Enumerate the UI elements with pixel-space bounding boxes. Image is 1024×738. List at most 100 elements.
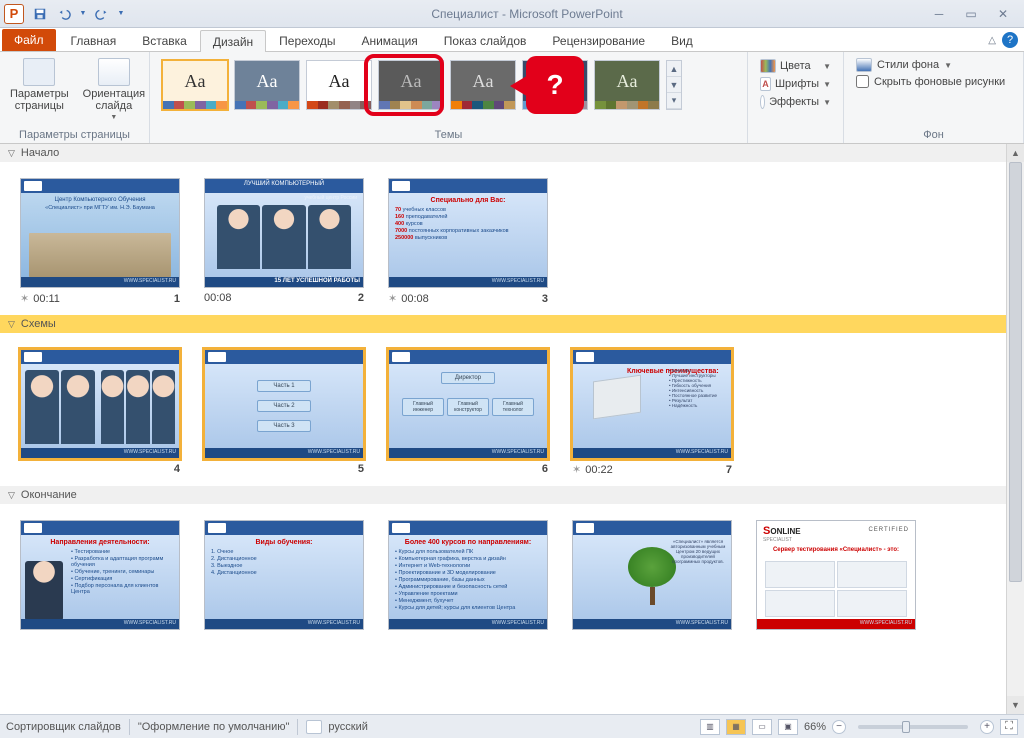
qat-customize-icon[interactable]: ▼: [116, 4, 126, 24]
bg-styles-button[interactable]: Стили фона▼: [856, 58, 1011, 72]
zoom-out-button[interactable]: −: [832, 720, 846, 734]
zoom-slider[interactable]: [858, 725, 968, 729]
slide-2[interactable]: ЛУЧШИЙ КОМПЬЮТЕРНЫЙ учебный центр России…: [204, 178, 364, 305]
section-header[interactable]: ▽Схемы: [0, 315, 1006, 333]
tab-home[interactable]: Главная: [58, 29, 130, 51]
ribbon-tabs: Файл Главная Вставка Дизайн Переходы Ани…: [0, 28, 1024, 52]
view-mode-label: Сортировщик слайдов: [6, 721, 121, 733]
fonts-icon: A: [760, 77, 771, 91]
tab-review[interactable]: Рецензирование: [539, 29, 658, 51]
sorter-view-button[interactable]: ▦: [726, 719, 746, 735]
slide-4[interactable]: WWW.SPECIALIST.RU 4: [20, 349, 180, 476]
theme-label: "Оформление по умолчанию": [138, 721, 290, 733]
zoom-in-button[interactable]: +: [980, 720, 994, 734]
slide-1[interactable]: Центр Компьютерного Обучения «Специалист…: [20, 178, 180, 305]
page-setup-button[interactable]: Параметры страницы: [6, 56, 73, 123]
window-title: Специалист - Microsoft PowerPoint: [126, 7, 928, 21]
section-end: ▽Окончание Направления деятельности: • Т…: [0, 486, 1006, 640]
status-bar: Сортировщик слайдов "Оформление по умолч…: [0, 714, 1024, 738]
slide-sorter: ▽Начало Центр Компьютерного Обучения «Сп…: [0, 144, 1006, 714]
zoom-label: 66%: [804, 721, 826, 733]
maximize-button[interactable]: ▭: [960, 5, 982, 23]
language-label[interactable]: русский: [328, 721, 367, 733]
page-setup-icon: [23, 58, 55, 86]
reading-view-button[interactable]: ▭: [752, 719, 772, 735]
theme-thumb-4[interactable]: Aa: [378, 60, 444, 110]
orientation-icon: [98, 58, 130, 86]
file-tab[interactable]: Файл: [2, 29, 56, 51]
slide-9[interactable]: Виды обучения: 1. Очное2. Дистанционное3…: [204, 520, 364, 630]
normal-view-button[interactable]: ▥: [700, 719, 720, 735]
section-header[interactable]: ▽Окончание: [0, 486, 1006, 504]
spellcheck-icon[interactable]: [306, 720, 322, 734]
slide-10[interactable]: Более 400 курсов по направлениям: • Курс…: [388, 520, 548, 630]
fonts-button[interactable]: AШрифты▼: [758, 76, 833, 92]
effects-icon: [760, 95, 765, 109]
tab-design[interactable]: Дизайн: [200, 30, 266, 52]
scroll-thumb[interactable]: [1009, 162, 1022, 582]
animation-star-icon[interactable]: ✶: [388, 292, 397, 305]
slide-7[interactable]: Ключевые преимущества: • Качество• Лучши…: [572, 349, 732, 476]
fit-to-window-button[interactable]: ⛶: [1000, 719, 1018, 735]
collapse-icon: ▽: [8, 319, 15, 330]
slideshow-view-button[interactable]: ▣: [778, 719, 798, 735]
section-start: ▽Начало Центр Компьютерного Обучения «Сп…: [0, 144, 1006, 315]
annotation-callout: ?: [526, 56, 584, 114]
section-header[interactable]: ▽Начало: [0, 144, 1006, 162]
animation-star-icon[interactable]: ✶: [572, 463, 581, 476]
tab-animations[interactable]: Анимация: [348, 29, 430, 51]
collapse-icon: ▽: [8, 490, 15, 501]
window-controls: ─ ▭ ✕: [928, 5, 1020, 23]
theme-options-group: Цвета▼ AШрифты▼ Эффекты▼: [748, 52, 844, 143]
scroll-down-icon[interactable]: ▼: [1007, 696, 1024, 714]
group-label: Фон: [850, 127, 1017, 141]
colors-icon: [760, 59, 776, 73]
slide-6[interactable]: Директор Главный инженер Главный констру…: [388, 349, 548, 476]
group-label: Параметры страницы: [6, 127, 143, 141]
page-setup-group: Параметры страницы Ориентация слайда ▼ П…: [0, 52, 150, 143]
hide-bg-checkbox[interactable]: Скрыть фоновые рисунки: [856, 75, 1011, 88]
themes-group: Aa Aa Aa Aa Aa Aa Aa ▲▼▾ Темы: [150, 52, 748, 143]
save-icon[interactable]: [30, 4, 50, 24]
slide-orientation-button[interactable]: Ориентация слайда ▼: [79, 56, 149, 123]
collapse-icon: ▽: [8, 148, 15, 159]
theme-thumb-5[interactable]: Aa: [450, 60, 516, 110]
theme-thumb-7[interactable]: Aa: [594, 60, 660, 110]
tab-insert[interactable]: Вставка: [129, 29, 200, 51]
slide-11[interactable]: «Специалист» является авторизованным уче…: [572, 520, 732, 630]
themes-more-button[interactable]: ▲▼▾: [666, 60, 682, 110]
slide-7-bullets: • Качество• Лучшие инструкторы• Престижн…: [669, 368, 727, 408]
close-button[interactable]: ✕: [992, 5, 1014, 23]
minimize-button[interactable]: ─: [928, 5, 950, 23]
slide-3-list: 70 учебных классов160 преподавателей400 …: [395, 207, 541, 241]
group-label: Темы: [150, 127, 747, 141]
tab-transitions[interactable]: Переходы: [266, 29, 348, 51]
undo-icon[interactable]: [54, 4, 74, 24]
section-schemes: ▽Схемы WWW.SPECIALIST.RU 4 Часть 1Часть …: [0, 315, 1006, 486]
tab-view[interactable]: Вид: [658, 29, 706, 51]
redo-icon[interactable]: [92, 4, 112, 24]
quick-access-toolbar: ▼ ▼: [30, 4, 126, 24]
theme-thumb-3[interactable]: Aa: [306, 60, 372, 110]
title-bar: P ▼ ▼ Специалист - Microsoft PowerPoint …: [0, 0, 1024, 28]
slide-3[interactable]: Специально для Вас: 70 учебных классов16…: [388, 178, 548, 305]
slide-12[interactable]: SONLINESPECIALIST CERTIFIED Сервер тести…: [756, 520, 916, 630]
animation-star-icon[interactable]: ✶: [20, 292, 29, 305]
theme-thumb-2[interactable]: Aa: [234, 60, 300, 110]
bg-styles-icon: [856, 58, 872, 72]
scroll-up-icon[interactable]: ▲: [1007, 144, 1024, 162]
theme-thumb-1[interactable]: Aa: [162, 60, 228, 110]
slide-8[interactable]: Направления деятельности: • Тестирование…: [20, 520, 180, 630]
tab-slideshow[interactable]: Показ слайдов: [431, 29, 540, 51]
ribbon: Параметры страницы Ориентация слайда ▼ П…: [0, 52, 1024, 144]
colors-button[interactable]: Цвета▼: [758, 58, 833, 74]
slide-5[interactable]: Часть 1Часть 2Часть 3 WWW.SPECIALIST.RU …: [204, 349, 364, 476]
group-label: [754, 127, 837, 141]
background-group: Стили фона▼ Скрыть фоновые рисунки Фон: [844, 52, 1024, 143]
app-icon[interactable]: P: [4, 4, 24, 24]
ribbon-minimize-icon[interactable]: △: [988, 35, 996, 46]
help-icon[interactable]: ?: [1002, 32, 1018, 48]
effects-button[interactable]: Эффекты▼: [758, 94, 833, 110]
vertical-scrollbar[interactable]: ▲ ▼: [1006, 144, 1024, 714]
undo-dropdown-icon[interactable]: ▼: [78, 4, 88, 24]
